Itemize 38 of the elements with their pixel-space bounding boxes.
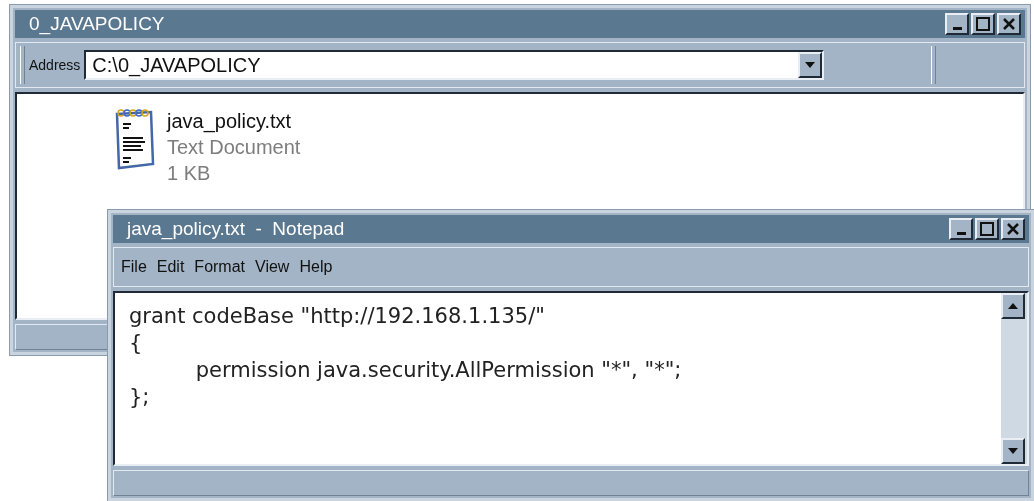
maximize-button[interactable] [975,218,999,240]
file-type: Text Document [167,135,301,160]
close-icon [1006,222,1020,236]
up-arrow-icon [1007,302,1019,310]
minimize-icon [952,26,962,30]
scrollbar[interactable] [1001,293,1027,464]
close-button[interactable] [997,13,1021,35]
maximize-icon [980,222,994,236]
dropdown-button[interactable] [798,52,823,78]
menu-item[interactable]: File [118,258,150,276]
address-text: C:\0_JAVAPOLICY [92,53,261,77]
notepad-file-icon [113,108,157,170]
scroll-down-button[interactable] [1001,438,1025,464]
file-name[interactable]: java_policy.txt [167,108,301,134]
window-title: 0_JAVAPOLICY [29,13,165,35]
text-area[interactable]: grant codeBase "http://192.168.1.135/" { permission java.security.AllPermission "*", "*"; }; [113,291,1029,466]
close-icon [1002,17,1016,31]
code-line: grant codeBase "http://192.168.1.135/" [129,303,546,330]
minimize-button[interactable] [949,218,973,240]
file-size: 1 KB [167,161,212,186]
menu-item[interactable]: Edit [153,258,188,276]
scroll-up-button[interactable] [1001,293,1025,319]
menu-item[interactable]: Help [296,258,336,276]
address-field[interactable]: C:\0_JAVAPOLICY [84,50,825,80]
window-title: java_policy.txt - Notepad [127,218,345,240]
close-button[interactable] [1001,218,1025,240]
code-line: permission java.security.AllPermission "*", "*"; [194,357,683,384]
down-arrow-icon [1007,447,1019,455]
code-line: { [129,330,144,357]
code-line: }; [129,384,151,411]
menu-item[interactable]: View [252,258,293,276]
address-label: Address [29,57,81,73]
menu-item[interactable]: Format [191,258,249,276]
maximize-icon [976,17,990,31]
caret-icon [804,61,817,69]
maximize-button[interactable] [971,13,995,35]
minimize-button[interactable] [945,13,969,35]
minimize-icon [956,231,966,235]
